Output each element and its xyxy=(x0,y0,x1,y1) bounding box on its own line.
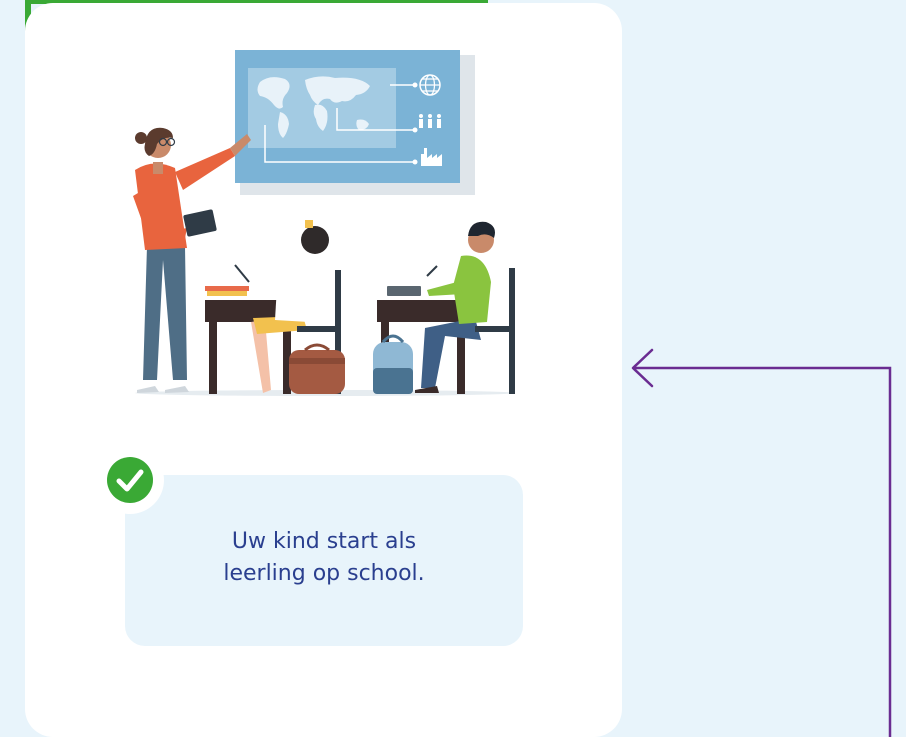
world-map-board xyxy=(235,50,475,195)
flow-connector xyxy=(631,348,892,737)
check-circle-icon xyxy=(107,457,153,503)
girl-at-desk xyxy=(205,220,345,394)
teacher-figure xyxy=(133,127,251,393)
boy-at-desk xyxy=(373,221,515,394)
step-description: Uw kind start als leerling op school. xyxy=(125,526,523,590)
connector-line xyxy=(634,366,892,737)
step-complete-badge xyxy=(96,446,164,514)
step-description-line-1: Uw kind start als xyxy=(231,529,417,554)
step-description-line-2: leerling op school. xyxy=(223,561,425,586)
classroom-illustration xyxy=(133,50,515,396)
step-description-bubble: Uw kind start als leerling op school. xyxy=(125,475,523,646)
